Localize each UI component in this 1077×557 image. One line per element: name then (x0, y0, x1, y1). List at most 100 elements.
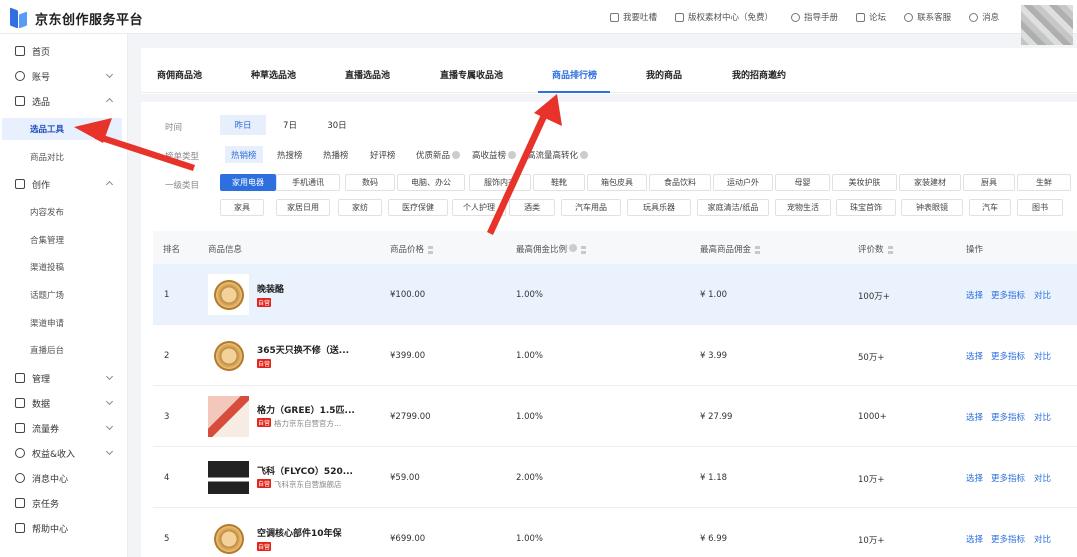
col-rate[interactable]: 最高佣金比例 (516, 243, 587, 255)
tab-live-exclusive-pool[interactable]: 直播专属收品池 (440, 68, 503, 81)
product-thumbnail[interactable] (208, 396, 249, 437)
category-chip[interactable]: 母婴 (775, 174, 830, 191)
category-chip[interactable]: 运动户外 (713, 174, 773, 191)
select-link[interactable]: 选择 (966, 411, 983, 423)
nav-asset-center[interactable]: 版权素材中心（免费） (675, 11, 773, 23)
table-row[interactable]: 2 365天只换不修（送... 自营 ¥399.00 1.00% ¥ 3.99 50万+ 选择… (153, 325, 1077, 386)
category-chip[interactable]: 家用电器 (220, 174, 276, 191)
category-chip[interactable]: 汽车用品 (561, 199, 621, 216)
more-metrics-link[interactable]: 更多指标 (991, 533, 1025, 545)
product-name[interactable]: 空调核心部件10年保 (257, 526, 342, 539)
category-chip[interactable]: 家纺 (338, 199, 382, 216)
category-chip[interactable]: 手机通讯 (276, 174, 340, 191)
col-price[interactable]: 商品价格 (390, 243, 434, 255)
category-chip[interactable]: 食品饮料 (649, 174, 711, 191)
category-chip[interactable]: 医疗保健 (388, 199, 448, 216)
sidebar-item-income[interactable]: 权益&收入 (0, 442, 128, 464)
more-metrics-link[interactable]: 更多指标 (991, 411, 1025, 423)
sidebar-item-submit[interactable]: 渠道投稿 (0, 256, 128, 278)
sidebar-item-selection-tool[interactable]: 选品工具 (2, 118, 122, 140)
category-chip[interactable]: 箱包皮具 (587, 174, 647, 191)
category-chip[interactable]: 钟表眼镜 (901, 199, 963, 216)
sidebar-item-help[interactable]: 帮助中心 (0, 517, 128, 539)
table-row[interactable]: 3 格力（GREE）1.5匹... 自营 格力京东自营官方... ¥2799.00 1.0… (153, 386, 1077, 447)
select-link[interactable]: 选择 (966, 472, 983, 484)
compare-link[interactable]: 对比 (1034, 533, 1051, 545)
sidebar-item-publish[interactable]: 内容发布 (0, 201, 128, 223)
sidebar-item-account[interactable]: 账号 (0, 65, 128, 87)
category-chip[interactable]: 个人护理 (452, 199, 506, 216)
category-chip[interactable]: 珠宝首饰 (836, 199, 896, 216)
compare-link[interactable]: 对比 (1034, 472, 1051, 484)
tab-seeding-pool[interactable]: 种草选品池 (251, 68, 296, 81)
time-option-30d[interactable]: 30日 (314, 115, 360, 135)
sidebar-item-topics[interactable]: 话题广场 (0, 284, 128, 306)
time-option-yesterday[interactable]: 昨日 (220, 115, 266, 135)
category-chip[interactable]: 图书 (1017, 199, 1063, 216)
compare-link[interactable]: 对比 (1034, 289, 1051, 301)
tab-my-products[interactable]: 我的商品 (646, 68, 682, 81)
more-metrics-link[interactable]: 更多指标 (991, 350, 1025, 362)
nav-forum[interactable]: 论坛 (856, 11, 886, 23)
more-metrics-link[interactable]: 更多指标 (991, 289, 1025, 301)
category-chip[interactable]: 宠物生活 (775, 199, 831, 216)
product-name[interactable]: 格力（GREE）1.5匹... (257, 403, 355, 416)
sidebar-item-live-backend[interactable]: 直播后台 (0, 339, 128, 361)
product-thumbnail[interactable] (208, 274, 249, 315)
sidebar-item-manage[interactable]: 管理 (0, 367, 128, 389)
category-chip[interactable]: 玩具乐器 (627, 199, 691, 216)
rank-hot-sales[interactable]: 热销榜 (225, 146, 263, 163)
rank-good-review[interactable]: 好评榜 (364, 146, 402, 163)
more-metrics-link[interactable]: 更多指标 (991, 472, 1025, 484)
sidebar-item-tasks[interactable]: 京任务 (0, 492, 128, 514)
sidebar-item-coupons[interactable]: 流量券 (0, 417, 128, 439)
category-chip[interactable]: 服饰内衣 (469, 174, 531, 191)
rank-high-income[interactable]: 高收益榜 (466, 146, 522, 163)
rank-hot-search[interactable]: 热搜榜 (271, 146, 309, 163)
tab-commission-pool[interactable]: 商佣商品池 (157, 68, 202, 81)
category-chip[interactable]: 数码 (345, 174, 395, 191)
sidebar-item-selection[interactable]: 选品 (0, 90, 128, 112)
category-chip[interactable]: 家装建材 (899, 174, 961, 191)
category-chip[interactable]: 家庭清洁/纸品 (697, 199, 769, 216)
product-thumbnail[interactable] (208, 335, 249, 376)
rank-new-products[interactable]: 优质新品 (410, 146, 466, 163)
tab-product-ranking[interactable]: 商品排行榜 (552, 68, 597, 81)
tab-live-pool[interactable]: 直播选品池 (345, 68, 390, 81)
category-chip[interactable]: 家具 (220, 199, 264, 216)
category-chip[interactable]: 鞋靴 (533, 174, 585, 191)
nav-feedback[interactable]: 我要吐槽 (610, 11, 657, 23)
table-row[interactable]: 5 空调核心部件10年保 自营 ¥699.00 1.00% ¥ 6.99 10万+ 选择 更多指… (153, 508, 1077, 557)
avatar[interactable] (1021, 5, 1073, 45)
sidebar-item-create[interactable]: 创作 (0, 173, 128, 195)
rank-hot-play[interactable]: 热播榜 (317, 146, 355, 163)
rank-high-traffic[interactable]: 高流量高转化 (521, 146, 594, 163)
table-row[interactable]: 4 飞科（FLYCO）520... 自营 飞科京东自营旗舰店 ¥59.00 2.00% ¥ … (153, 447, 1077, 508)
table-row[interactable]: 1 晚装酪 自营 ¥100.00 1.00% ¥ 1.00 100万+ 选择 更多指标 对比 (153, 264, 1077, 325)
sidebar-item-message-center[interactable]: 消息中心 (0, 467, 128, 489)
sidebar-item-collections[interactable]: 合集管理 (0, 229, 128, 251)
time-option-7d[interactable]: 7日 (267, 115, 313, 135)
logo[interactable]: 京东创作服务平台 (9, 7, 143, 29)
category-chip[interactable]: 生鲜 (1017, 174, 1071, 191)
select-link[interactable]: 选择 (966, 350, 983, 362)
compare-link[interactable]: 对比 (1034, 350, 1051, 362)
product-thumbnail[interactable] (208, 518, 249, 557)
product-thumbnail[interactable] (208, 457, 249, 498)
tab-my-invitations[interactable]: 我的招商邀约 (732, 68, 786, 81)
product-name[interactable]: 晚装酪 (257, 282, 284, 295)
nav-support[interactable]: 联系客服 (904, 11, 951, 23)
category-chip[interactable]: 家居日用 (276, 199, 330, 216)
sidebar-item-channel-apply[interactable]: 渠道申请 (0, 312, 128, 334)
category-chip[interactable]: 电脑、办公 (397, 174, 465, 191)
sidebar-item-data[interactable]: 数据 (0, 392, 128, 414)
nav-guide[interactable]: 指导手册 (791, 11, 838, 23)
category-chip[interactable]: 汽车 (969, 199, 1011, 216)
category-chip[interactable]: 酒类 (509, 199, 555, 216)
product-name[interactable]: 365天只换不修（送... (257, 343, 349, 356)
category-chip[interactable]: 厨具 (963, 174, 1015, 191)
select-link[interactable]: 选择 (966, 289, 983, 301)
compare-link[interactable]: 对比 (1034, 411, 1051, 423)
nav-messages[interactable]: 消息 (969, 11, 999, 23)
select-link[interactable]: 选择 (966, 533, 983, 545)
